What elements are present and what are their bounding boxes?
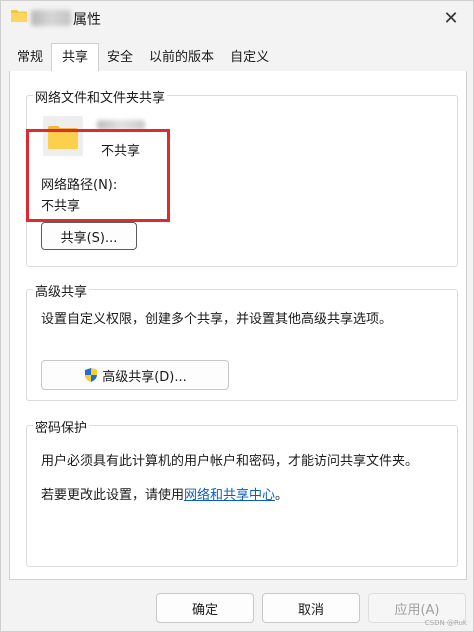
properties-window: 属性 ✕ 常规 共享 安全 以前的版本 自定义 网络文件和文件夹共享 不共享 网… xyxy=(0,0,474,632)
network-path-label: 网络路径(N): xyxy=(41,178,118,193)
change-prefix: 若要更改此设置，请使用 xyxy=(41,488,185,503)
group-title: 密码保护 xyxy=(33,417,90,436)
uac-shield-icon xyxy=(85,368,98,382)
tab-customize[interactable]: 自定义 xyxy=(222,45,277,71)
tab-security[interactable]: 安全 xyxy=(99,45,141,71)
password-protection-group: 密码保护 用户必须具有此计算机的用户帐户和密码，才能访问共享文件夹。 若要更改此… xyxy=(26,417,458,567)
share-status: 不共享 xyxy=(101,144,141,159)
tab-sharing[interactable]: 共享 xyxy=(51,43,100,73)
folder-icon xyxy=(11,10,27,22)
network-sharing-center-link[interactable]: 网络和共享中心 xyxy=(184,488,275,503)
advanced-sharing-group: 高级共享 设置自定义权限，创建多个共享，并设置其他高级共享选项。 高级共享(D)… xyxy=(26,281,458,401)
password-change-text: 若要更改此设置，请使用网络和共享中心。 xyxy=(41,484,288,503)
cancel-button[interactable]: 取消 xyxy=(262,593,360,623)
change-suffix: 。 xyxy=(275,488,289,503)
title-bar[interactable]: 属性 ✕ xyxy=(1,1,473,37)
password-description: 用户必须具有此计算机的用户帐户和密码，才能访问共享文件夹。 xyxy=(41,454,419,469)
tab-general[interactable]: 常规 xyxy=(9,45,51,71)
watermark: CSDN @Ruk xyxy=(424,619,467,627)
folder-icon xyxy=(48,126,78,149)
advanced-sharing-button[interactable]: 高级共享(D)... xyxy=(41,360,229,390)
sharing-panel: 网络文件和文件夹共享 不共享 网络路径(N): 不共享 共享(S)... 高级共… xyxy=(9,71,467,580)
folder-thumbnail xyxy=(43,116,83,156)
window-title: 属性 xyxy=(73,12,101,28)
share-button[interactable]: 共享(S)... xyxy=(41,222,137,250)
group-title: 网络文件和文件夹共享 xyxy=(33,87,168,106)
tab-previous-versions[interactable]: 以前的版本 xyxy=(141,45,222,71)
redacted-share-name xyxy=(97,120,145,130)
advanced-sharing-label: 高级共享(D)... xyxy=(102,369,187,385)
group-title: 高级共享 xyxy=(33,281,90,300)
network-sharing-group: 网络文件和文件夹共享 不共享 网络路径(N): 不共享 共享(S)... xyxy=(26,87,458,267)
redacted-folder-name xyxy=(31,10,71,26)
advanced-description: 设置自定义权限，创建多个共享，并设置其他高级共享选项。 xyxy=(41,312,393,327)
tab-bar: 常规 共享 安全 以前的版本 自定义 xyxy=(9,43,467,73)
close-icon: ✕ xyxy=(443,7,459,29)
ok-button[interactable]: 确定 xyxy=(156,593,254,623)
close-button[interactable]: ✕ xyxy=(429,1,473,35)
network-path-value: 不共享 xyxy=(41,199,81,214)
